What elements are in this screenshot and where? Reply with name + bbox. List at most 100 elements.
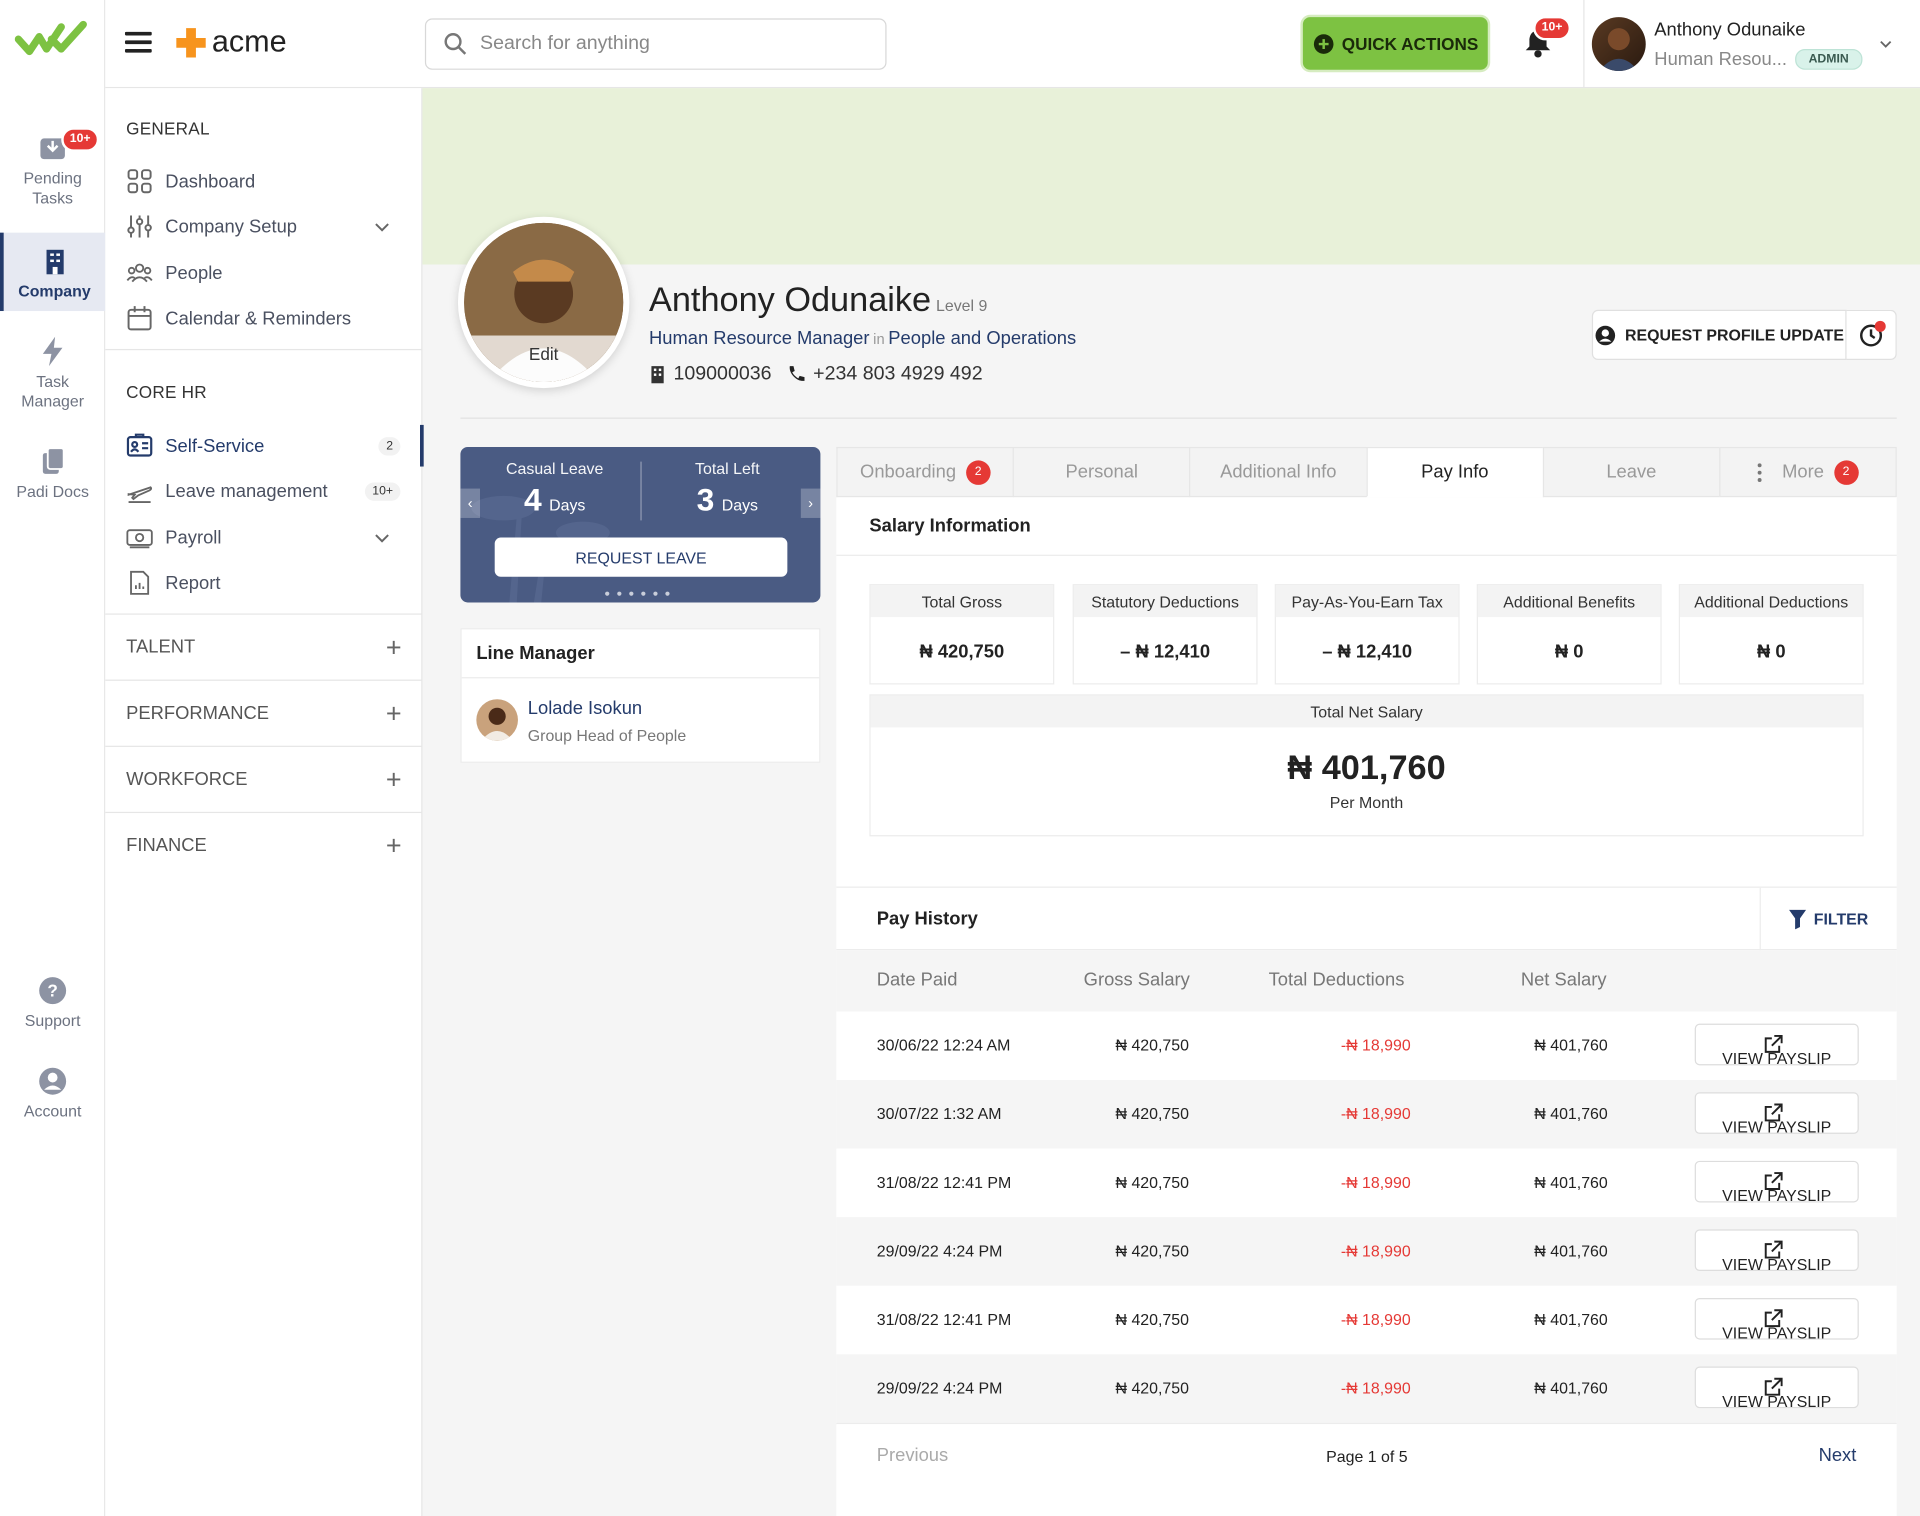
net-salary-label: Total Net Salary: [870, 695, 1863, 728]
row-gross: ₦ 420,750: [1115, 1310, 1189, 1329]
app-logo[interactable]: [14, 17, 88, 67]
history-button[interactable]: [1846, 309, 1897, 361]
sidebar-item-label: Report: [165, 572, 221, 594]
tab-more[interactable]: More 2: [1719, 446, 1897, 498]
tab-additional-info[interactable]: Additional Info: [1189, 446, 1366, 498]
line-manager-card: Line Manager Lolade Isokun Group Head of…: [460, 628, 821, 763]
rail-task-manager[interactable]: Task Manager: [0, 336, 105, 412]
user-menu-chevron-icon[interactable]: [1878, 34, 1893, 56]
rail-company[interactable]: Company: [0, 232, 106, 312]
row-date: 30/07/22 1:32 AM: [876, 1104, 1002, 1123]
cell-value: – ₦ 12,410: [1120, 641, 1211, 662]
tab-label: Onboarding: [860, 461, 957, 483]
user-role: Human Resou...: [1654, 48, 1788, 70]
rail-pending-tasks[interactable]: 10+ Pending Tasks: [0, 127, 105, 208]
tab-onboarding[interactable]: Onboarding 2: [836, 446, 1013, 498]
chevron-right-icon[interactable]: ›: [800, 488, 821, 518]
days-unit: Days: [721, 495, 759, 515]
user-circle-icon: [1595, 325, 1616, 345]
sidebar-group-finance[interactable]: FINANCE +: [105, 811, 423, 878]
table-row: 29/09/22 4:24 PM ₦ 420,750 -₦ 18,990 ₦ 401,…: [836, 1354, 1897, 1423]
page-info: Page 1 of 5: [1326, 1447, 1408, 1466]
next-button[interactable]: Next: [1819, 1445, 1857, 1466]
rail-label: Pending Tasks: [23, 168, 82, 207]
statutory-deductions-cell: Statutory Deductions – ₦ 12,410: [1072, 584, 1258, 685]
row-deductions: -₦ 18,990: [1340, 1035, 1411, 1055]
filter-button[interactable]: FILTER: [1759, 887, 1897, 951]
svg-text:?: ?: [47, 981, 57, 1001]
profile-tabs: Onboarding 2 Personal Additional Info Pay…: [836, 446, 1897, 498]
sidebar-group-workforce[interactable]: WORKFORCE +: [105, 745, 423, 812]
view-payslip-button[interactable]: VIEW PAYSLIP: [1694, 1297, 1859, 1342]
days-unit: Days: [549, 495, 586, 515]
sidebar-item-company-setup[interactable]: Company Setup: [126, 206, 410, 248]
plus-icon[interactable]: +: [386, 697, 402, 729]
row-net: ₦ 401,760: [1534, 1173, 1608, 1192]
edit-photo-button[interactable]: Edit: [464, 335, 624, 383]
profile-title[interactable]: Human Resource Manager: [649, 328, 870, 349]
net-salary-value: ₦ 401,760: [1287, 748, 1446, 787]
search-input[interactable]: Search for anything: [424, 18, 887, 70]
casual-leave-block: Casual Leave 4 Days: [481, 459, 628, 519]
tab-label: Pay Info: [1421, 461, 1489, 483]
table-row: 31/08/22 12:41 PM ₦ 420,750 -₦ 18,990 ₦ 401…: [836, 1286, 1896, 1355]
manager-name[interactable]: Lolade Isokun: [528, 698, 642, 719]
plus-icon[interactable]: +: [386, 763, 402, 795]
leave-separator: [640, 461, 642, 521]
previous-button[interactable]: Previous: [877, 1445, 948, 1466]
view-payslip-button[interactable]: VIEW PAYSLIP: [1694, 1092, 1859, 1137]
table-row: 29/09/22 4:24 PM ₦ 420,750 -₦ 18,990 ₦ 401,…: [836, 1217, 1897, 1286]
report-icon: [130, 570, 150, 595]
sidebar-item-leave-management[interactable]: Leave management 10+: [126, 470, 410, 512]
sidebar-item-payroll[interactable]: Payroll: [126, 517, 410, 559]
sidebar-item-dashboard[interactable]: Dashboard: [126, 160, 410, 202]
user-avatar[interactable]: [1591, 17, 1646, 72]
sidebar-item-calendar[interactable]: Calendar & Reminders: [126, 298, 410, 340]
row-deductions: -₦ 18,990: [1340, 1241, 1411, 1261]
request-leave-button[interactable]: REQUEST LEAVE: [494, 537, 788, 577]
manager-avatar[interactable]: [476, 699, 518, 741]
profile-divider: [460, 417, 1897, 419]
rail-support[interactable]: ? Support: [0, 975, 105, 1031]
profile-department[interactable]: People and Operations: [888, 328, 1076, 349]
casual-leave-value: 4: [524, 481, 542, 518]
plus-icon[interactable]: +: [386, 830, 402, 862]
sidebar-item-label: Payroll: [165, 527, 222, 548]
view-payslip-button[interactable]: VIEW PAYSLIP: [1694, 1023, 1859, 1068]
rail-account[interactable]: Account: [0, 1065, 105, 1121]
filter-icon: [1789, 909, 1807, 929]
col-net-salary: Net Salary: [1520, 969, 1607, 991]
view-payslip-button[interactable]: VIEW PAYSLIP: [1694, 1366, 1859, 1411]
chevron-left-icon[interactable]: ‹: [460, 488, 481, 518]
menu-icon[interactable]: [124, 29, 152, 60]
general-section-title: GENERAL: [126, 118, 210, 139]
additional-benefits-cell: Additional Benefits ₦ 0: [1476, 584, 1662, 685]
building-icon: [45, 249, 64, 275]
profile-avatar[interactable]: Edit: [457, 216, 630, 389]
notifications-button[interactable]: 10+: [1523, 15, 1571, 65]
sidebar-item-self-service[interactable]: Self-Service 2: [126, 424, 424, 467]
chevron-down-icon[interactable]: [373, 531, 390, 543]
tab-leave[interactable]: Leave: [1542, 446, 1720, 498]
sidebar-group-performance[interactable]: PERFORMANCE +: [105, 679, 423, 746]
building-icon: [651, 366, 664, 384]
sidebar-item-people[interactable]: People: [126, 252, 410, 294]
tab-personal[interactable]: Personal: [1012, 446, 1190, 498]
chevron-down-icon[interactable]: [373, 220, 390, 232]
plus-icon[interactable]: +: [386, 631, 402, 663]
quick-actions-button[interactable]: QUICK ACTIONS: [1302, 17, 1488, 70]
sidebar-item-label: Calendar & Reminders: [165, 307, 352, 329]
rail-padi-docs[interactable]: Padi Docs: [0, 446, 105, 502]
total-left-block: Total Left 3 Days: [654, 459, 801, 519]
view-payslip-label: VIEW PAYSLIP: [1722, 1117, 1832, 1137]
left-rail: 10+ Pending Tasks Company Task Manager P…: [0, 0, 106, 1516]
view-payslip-button[interactable]: VIEW PAYSLIP: [1694, 1229, 1859, 1273]
net-salary-period: Per Month: [1329, 793, 1404, 812]
carousel-dots[interactable]: ●●●●●●: [460, 588, 820, 599]
tab-pay-info[interactable]: Pay Info: [1365, 446, 1543, 498]
view-payslip-button[interactable]: VIEW PAYSLIP: [1694, 1160, 1859, 1205]
sidebar-item-report[interactable]: Report: [126, 562, 410, 604]
sidebar-group-talent[interactable]: TALENT +: [105, 613, 423, 679]
brand-logo[interactable]: acme: [174, 24, 287, 60]
request-profile-update-button[interactable]: REQUEST PROFILE UPDATE: [1591, 309, 1847, 361]
